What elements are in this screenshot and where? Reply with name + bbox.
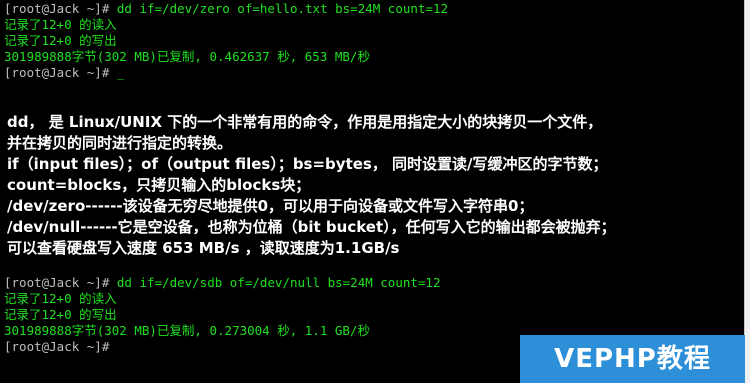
command-text: dd if=/dev/zero of=hello.txt bs=24M coun… [109,1,449,16]
shell-prompt: [root@Jack ~]# [4,339,110,354]
shell-prompt: [root@Jack ~]# [4,275,110,290]
terminal-line: 301989888字节(302 MB)已复制, 0.462637 秒, 653 … [4,49,448,65]
site-watermark-logo: VEPHP教程 [520,335,745,383]
note-line: count=blocks，只拷贝输入的blocks块； [7,176,311,194]
output-text: 301989888字节(302 MB)已复制, 0.273004 秒, 1.1 … [4,323,370,338]
terminal-line: 301989888字节(302 MB)已复制, 0.273004 秒, 1.1 … [4,323,441,339]
shell-prompt: [root@Jack ~]# [4,65,110,80]
note-line: if（input files）；of（output files）；bs=byte… [7,155,608,173]
note-line: /dev/zero------该设备无穷尽地提供0，可以用于向设备或文件写入字符… [7,197,534,215]
terminal-line: 记录了12+0 的写出 [4,33,448,49]
terminal-line: 记录了12+0 的写出 [4,307,441,323]
terminal-line: [root@Jack ~]# [4,339,441,355]
terminal-window[interactable]: [root@Jack ~]# dd if=/dev/zero of=hello.… [0,0,745,383]
output-text: 记录了12+0 的写出 [4,33,117,48]
session-2-output: [root@Jack ~]# dd if=/dev/sdb of=/dev/nu… [4,275,441,355]
terminal-line: [root@Jack ~]# dd if=/dev/sdb of=/dev/nu… [4,275,441,291]
note-line: /dev/null------它是空设备，也称为位桶（bit bucket），任… [7,218,616,236]
note-line: dd， 是 Linux/UNIX 下的一个非常有用的命令，作用是用指定大小的块拷… [7,113,603,131]
note-line: 并在拷贝的同时进行指定的转换。 [7,134,233,152]
session-1-output: [root@Jack ~]# dd if=/dev/zero of=hello.… [4,1,448,81]
vertical-scrollbar[interactable] [744,0,750,383]
note-line: 可以查看硬盘写入速度 653 MB/s ，读取速度为1.1GB/s [7,239,400,257]
output-text: 记录了12+0 的读入 [4,291,117,306]
annotation-notes: dd， 是 Linux/UNIX 下的一个非常有用的命令，作用是用指定大小的块拷… [0,104,745,272]
output-text: 301989888字节(302 MB)已复制, 0.462637 秒, 653 … [4,49,370,64]
command-text: dd if=/dev/sdb of=/dev/null bs=24M count… [109,275,441,290]
output-text: 记录了12+0 的写出 [4,307,117,322]
cursor: _ [109,65,125,80]
terminal-line: [root@Jack ~]# dd if=/dev/zero of=hello.… [4,1,448,17]
terminal-line: 记录了12+0 的读入 [4,291,441,307]
shell-prompt: [root@Jack ~]# [4,1,110,16]
terminal-line: [root@Jack ~]# _ [4,65,448,81]
output-text: 记录了12+0 的读入 [4,17,117,32]
terminal-line: 记录了12+0 的读入 [4,17,448,33]
